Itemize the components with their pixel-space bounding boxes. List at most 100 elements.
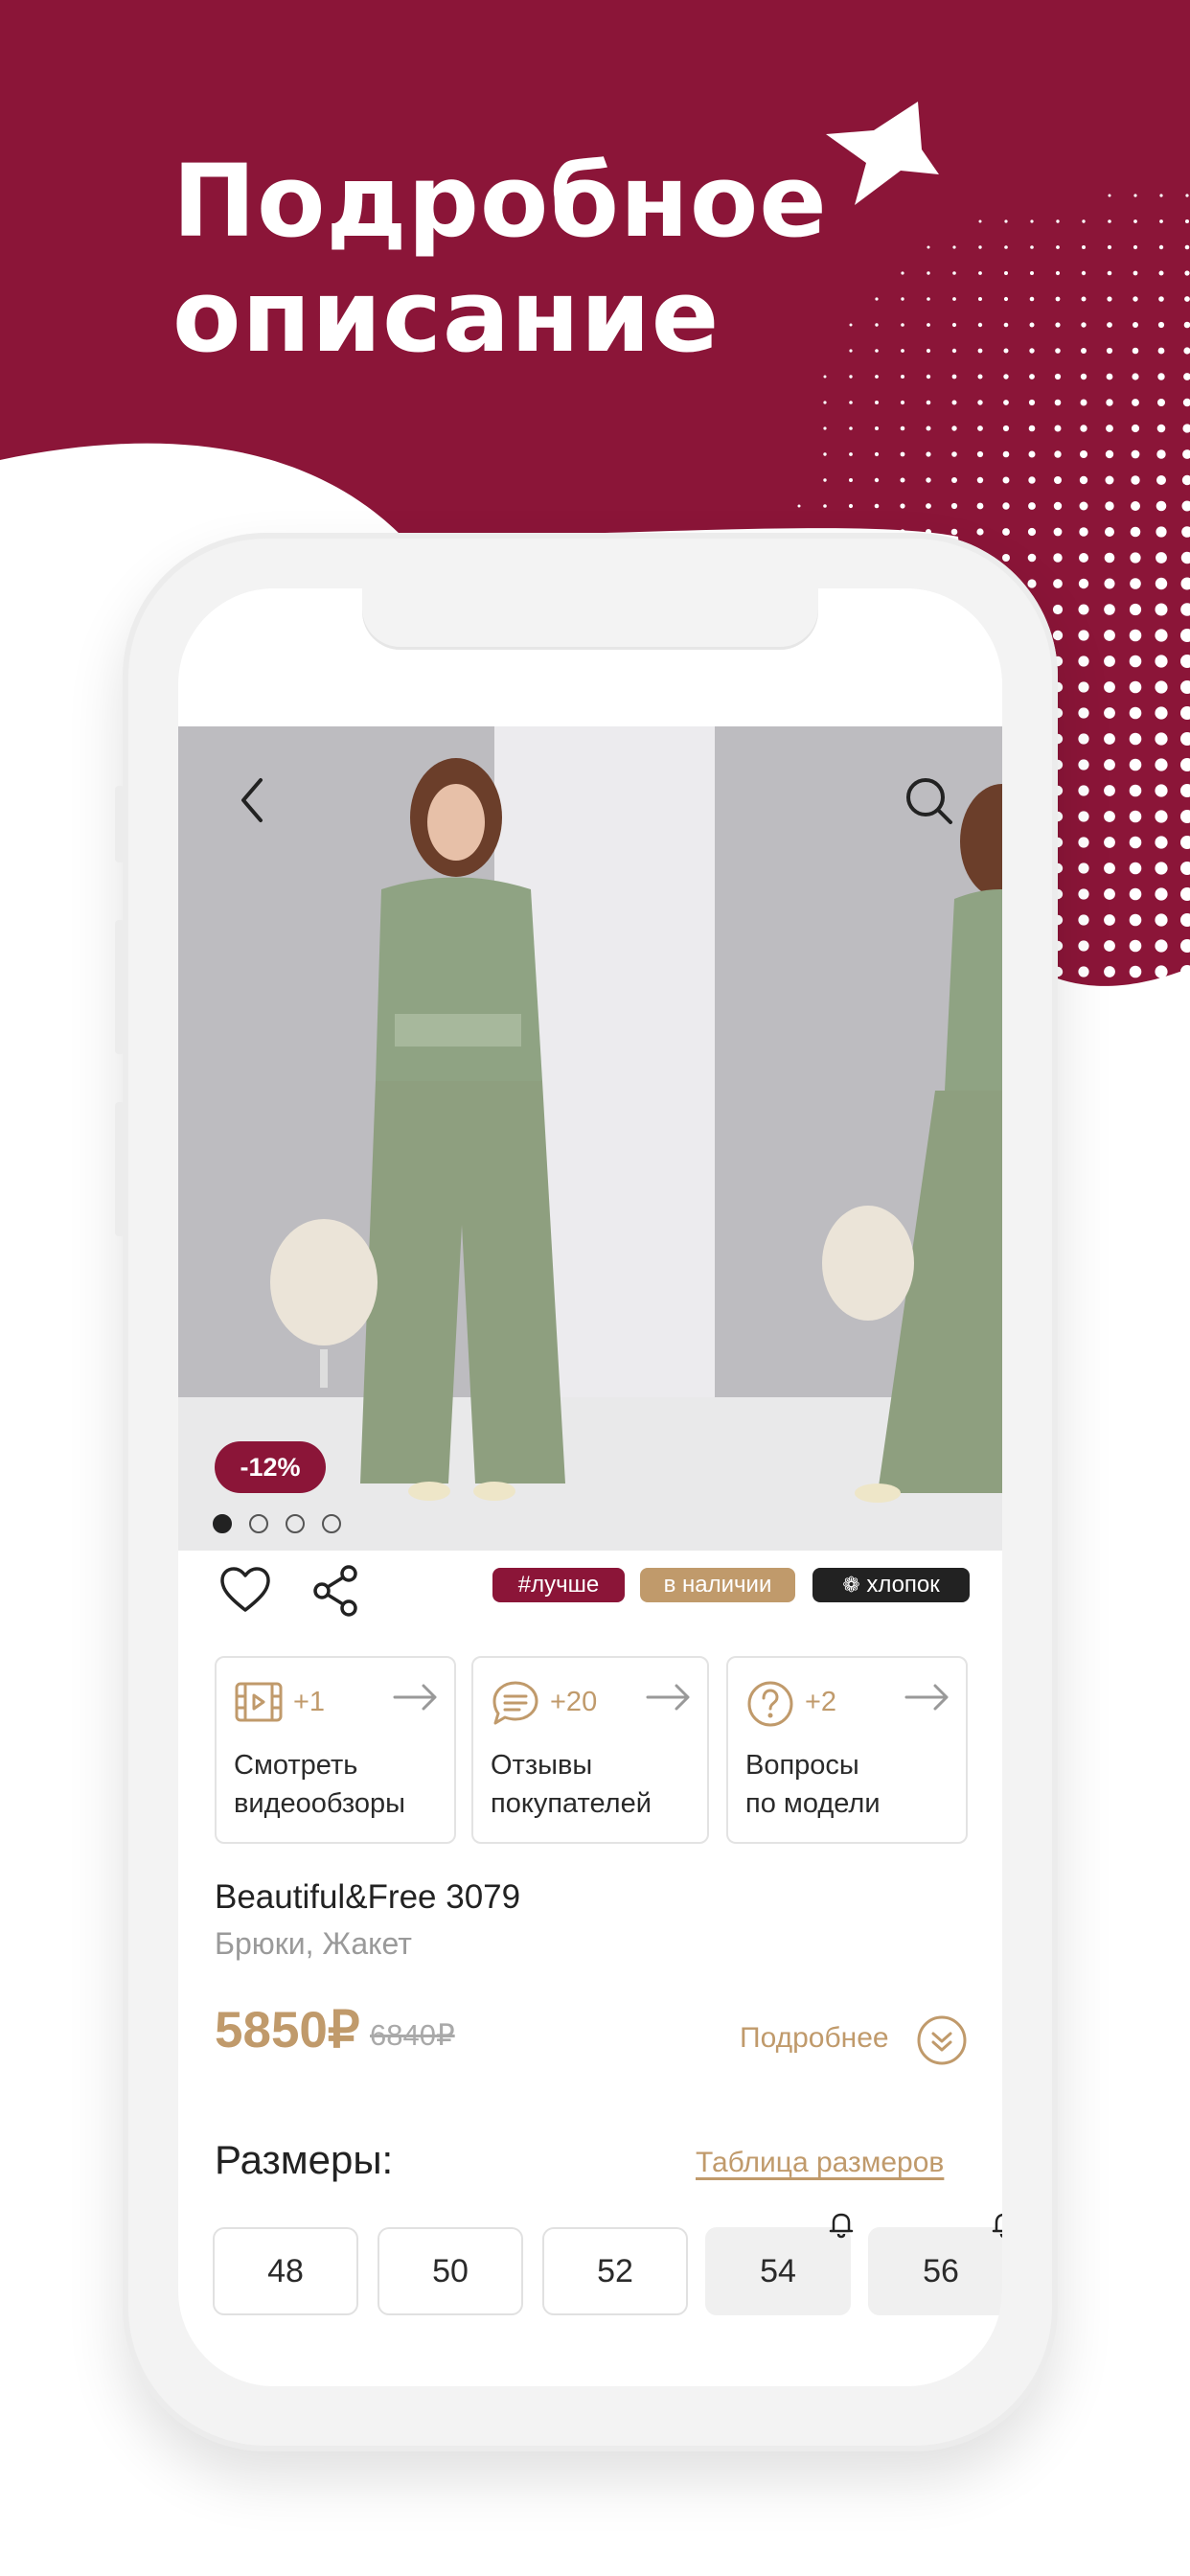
halftone-dot — [875, 297, 879, 301]
halftone-dot — [978, 245, 982, 249]
halftone-dot — [823, 401, 827, 404]
halftone-dot — [1078, 630, 1089, 641]
halftone-dot — [1129, 887, 1142, 901]
share-icon[interactable] — [312, 1564, 360, 1618]
size-option[interactable]: 52 — [542, 2227, 688, 2315]
halftone-dot — [950, 502, 958, 510]
halftone-dot — [874, 503, 880, 509]
gallery-dot[interactable] — [249, 1514, 268, 1533]
halftone-dot — [1053, 527, 1063, 537]
halftone-dot — [1104, 837, 1115, 848]
size-option-unavailable[interactable]: 56 — [868, 2213, 1002, 2315]
halftone-dot — [1129, 680, 1142, 694]
size-option[interactable]: 48 — [213, 2227, 358, 2315]
halftone-dot — [1129, 913, 1142, 927]
halftone-dot — [1106, 399, 1113, 406]
details-link[interactable]: Подробнее — [740, 2022, 889, 2055]
halftone-dot — [1185, 219, 1189, 223]
halftone-dot — [1054, 425, 1062, 432]
halftone-dot — [823, 478, 827, 482]
halftone-dot — [1133, 219, 1137, 223]
halftone-dot — [1078, 837, 1089, 848]
halftone-dot — [1055, 322, 1061, 328]
halftone-dot — [1129, 706, 1142, 720]
card-reviews-count: +20 — [550, 1687, 598, 1717]
halftone-dot — [1108, 194, 1111, 197]
halftone-dot — [1028, 502, 1036, 510]
halftone-dot — [823, 426, 827, 430]
gallery-dot[interactable] — [286, 1514, 305, 1533]
halftone-dot — [1104, 811, 1115, 822]
card-video-reviews[interactable]: +1 Смотреть видеообзоры — [215, 1656, 456, 1844]
halftone-dot — [1004, 219, 1008, 223]
halftone-dot — [901, 349, 904, 353]
card-video-label: Смотреть видеообзоры — [234, 1746, 405, 1823]
product-photo-gallery[interactable]: -12% — [178, 726, 1002, 1551]
chevron-double-down-icon[interactable] — [916, 2014, 968, 2066]
halftone-dot — [1107, 296, 1112, 302]
halftone-dot — [875, 375, 879, 379]
size-label: 48 — [267, 2253, 304, 2289]
halftone-dot — [1078, 759, 1089, 770]
halftone-dot — [1155, 810, 1168, 823]
halftone-dot — [1056, 245, 1060, 249]
halftone-dot — [901, 271, 904, 275]
size-table-link[interactable]: Таблица размеров — [696, 2147, 944, 2179]
halftone-dot — [1129, 810, 1142, 823]
size-option[interactable]: 50 — [378, 2227, 523, 2315]
card-video-label-line1: Смотреть — [234, 1750, 358, 1781]
back-chevron-icon[interactable] — [236, 774, 268, 826]
halftone-dot — [1158, 296, 1164, 302]
halftone-dot — [849, 478, 853, 482]
gallery-pagination[interactable] — [213, 1514, 341, 1537]
gallery-dot[interactable] — [322, 1514, 341, 1533]
halftone-dot — [977, 322, 983, 328]
halftone-dot — [952, 297, 956, 301]
halftone-dot — [1155, 655, 1168, 668]
halftone-dot — [1107, 244, 1112, 250]
card-questions[interactable]: +2 Вопросы по модели — [726, 1656, 968, 1844]
halftone-dot — [1156, 500, 1167, 512]
halftone-dot — [1078, 811, 1089, 822]
halftone-dot — [1155, 939, 1168, 953]
size-option-unavailable[interactable]: 54 — [705, 2213, 854, 2315]
tag-cotton[interactable]: ❁ хлопок — [812, 1568, 970, 1602]
halftone-dot — [1002, 528, 1010, 536]
gallery-dot[interactable] — [213, 1514, 232, 1533]
halftone-dot — [1104, 785, 1115, 796]
halftone-dot — [1078, 785, 1089, 796]
phone-screen: -12% #лучше в наличии ❁ хлопок +1 Смотре… — [178, 588, 1002, 2386]
bell-icon — [829, 2213, 854, 2239]
halftone-dot — [976, 528, 984, 536]
halftone-dot — [1054, 450, 1062, 458]
card-reviews[interactable]: +20 Отзывы покупателей — [471, 1656, 709, 1844]
halftone-dot — [1078, 604, 1089, 615]
halftone-dot — [952, 271, 956, 275]
halftone-dot — [1028, 399, 1036, 406]
halftone-dot — [1105, 475, 1114, 485]
halftone-dot — [926, 477, 931, 483]
halftone-dot — [1107, 270, 1112, 276]
halftone-dot — [900, 451, 905, 457]
halftone-dot — [1129, 862, 1142, 875]
size-label: 52 — [597, 2253, 633, 2289]
card-reviews-label-line1: Отзывы — [491, 1750, 593, 1781]
phone-side-button — [115, 786, 125, 862]
sizes-title: Размеры: — [215, 2137, 394, 2182]
halftone-dot — [976, 450, 984, 458]
halftone-dot — [823, 504, 827, 508]
search-icon[interactable] — [903, 774, 956, 828]
halftone-dot — [1159, 219, 1163, 223]
tag-in-stock[interactable]: в наличии — [640, 1568, 795, 1602]
heart-icon[interactable] — [218, 1566, 272, 1614]
product-price: 5850₽ — [215, 2002, 360, 2058]
halftone-dot — [1105, 449, 1114, 459]
halftone-dot — [1082, 219, 1086, 223]
halftone-dot — [849, 426, 853, 430]
halftone-dot — [1155, 629, 1168, 642]
halftone-dot — [901, 375, 904, 379]
product-subtitle: Брюки, Жакет — [215, 1926, 412, 1961]
tag-best[interactable]: #лучше — [492, 1568, 625, 1602]
halftone-dot — [978, 271, 982, 275]
halftone-dot — [1078, 733, 1089, 745]
